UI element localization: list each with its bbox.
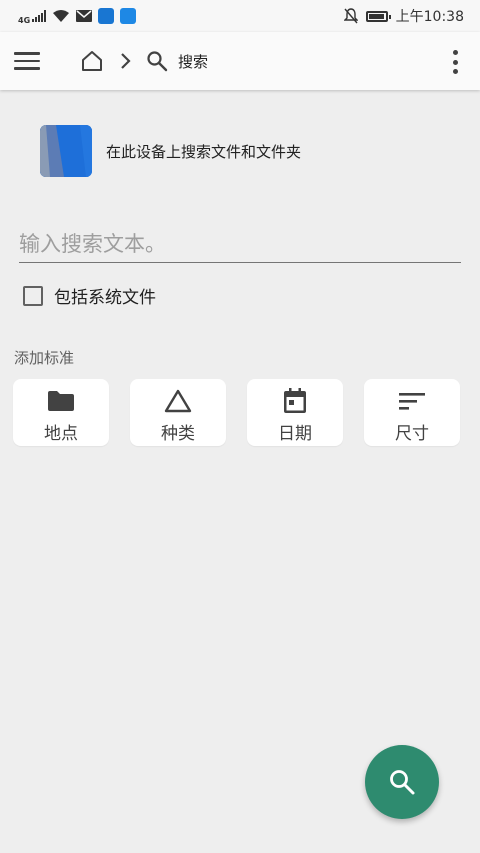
menu-icon[interactable] <box>14 46 44 76</box>
include-system-files-checkbox[interactable] <box>23 285 43 306</box>
criteria-list: 地点 种类 日期 尺寸 <box>13 379 460 446</box>
criteria-date-label: 日期 <box>278 424 312 444</box>
chevron-right-icon <box>121 53 131 69</box>
breadcrumb: 搜索 <box>80 46 208 76</box>
search-input[interactable] <box>19 226 461 263</box>
home-icon[interactable] <box>80 49 104 73</box>
status-left: 4G <box>0 8 137 25</box>
criteria-type-label: 种类 <box>161 424 195 444</box>
cloud-app-icon <box>120 8 137 24</box>
status-bar: 4G 上午10:38 <box>0 0 480 32</box>
triangle-icon <box>164 389 192 413</box>
mail-icon <box>76 10 93 22</box>
criteria-size-label: 尺寸 <box>395 424 429 444</box>
more-options-icon[interactable] <box>452 50 458 74</box>
network-type: 4G <box>18 15 31 25</box>
shield-app-icon <box>98 8 115 24</box>
criteria-date-button[interactable]: 日期 <box>247 379 343 446</box>
battery-icon <box>365 10 391 22</box>
calendar-icon <box>284 388 306 413</box>
add-criteria-heading: 添加标准 <box>14 349 75 367</box>
include-system-files-label: 包括系统文件 <box>54 288 156 308</box>
clock: 上午10:38 <box>395 9 464 25</box>
criteria-location-label: 地点 <box>44 424 78 444</box>
device-storage-label: 在此设备上搜索文件和文件夹 <box>106 142 302 161</box>
search-icon <box>390 770 415 795</box>
top-app-bar: 搜索 <box>0 32 480 90</box>
bell-off-icon <box>343 8 358 24</box>
include-system-files-row[interactable]: 包括系统文件 <box>23 283 156 308</box>
breadcrumb-current[interactable]: 搜索 <box>178 51 208 72</box>
wifi-icon <box>53 10 70 22</box>
folder-icon <box>48 391 74 411</box>
criteria-size-button[interactable]: 尺寸 <box>364 379 460 446</box>
status-right: 上午10:38 <box>343 6 480 26</box>
device-storage-icon <box>40 125 92 177</box>
sort-icon <box>399 393 425 410</box>
search-fab-button[interactable] <box>365 745 439 819</box>
criteria-type-button[interactable]: 种类 <box>130 379 226 446</box>
signal-icon <box>32 10 47 22</box>
search-icon <box>147 51 168 72</box>
device-storage-row[interactable]: 在此设备上搜索文件和文件夹 <box>40 125 301 177</box>
criteria-location-button[interactable]: 地点 <box>13 379 109 446</box>
